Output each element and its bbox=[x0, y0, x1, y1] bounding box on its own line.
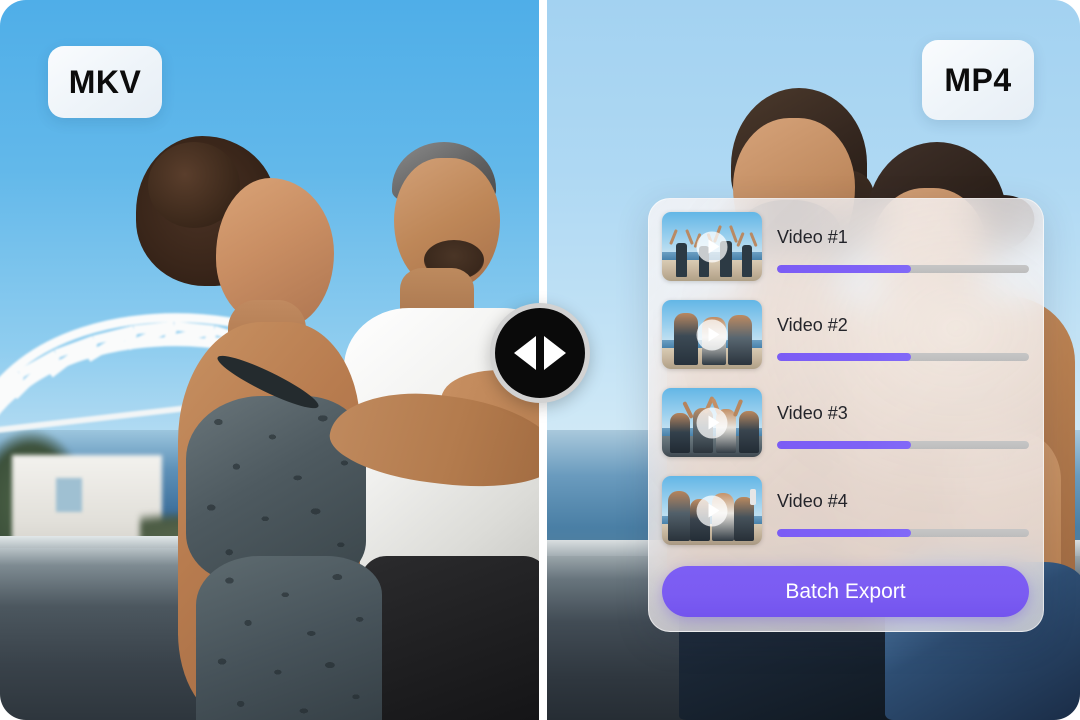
thumbnail-phone bbox=[750, 489, 756, 505]
format-badge-mp4: MP4 bbox=[922, 40, 1034, 120]
video-meta: Video #2 bbox=[762, 300, 1029, 361]
batch-export-panel-body: Video #1 Video #2 Video #3 Video #4 Batc… bbox=[649, 199, 1043, 631]
comparison-slider-handle[interactable] bbox=[490, 303, 590, 403]
progress-track bbox=[777, 265, 1029, 273]
arrow-right-icon bbox=[544, 336, 566, 370]
format-badge-mkv-label: MKV bbox=[68, 63, 142, 100]
video-meta: Video #3 bbox=[762, 388, 1029, 449]
play-icon[interactable] bbox=[696, 231, 728, 262]
progress-track bbox=[777, 529, 1029, 537]
play-icon[interactable] bbox=[696, 407, 728, 438]
video-list-item[interactable]: Video #3 bbox=[662, 388, 1029, 457]
video-thumbnail[interactable] bbox=[662, 476, 762, 545]
progress-fill bbox=[777, 353, 911, 361]
left-building-window bbox=[56, 478, 82, 512]
thumbnail-figure bbox=[676, 243, 687, 277]
video-meta: Video #4 bbox=[762, 476, 1029, 537]
left-woman-leggings bbox=[196, 556, 382, 720]
arrow-left-icon bbox=[514, 336, 536, 370]
video-thumbnail[interactable] bbox=[662, 212, 762, 281]
batch-export-panel: Video #1 Video #2 Video #3 Video #4 Batc… bbox=[648, 198, 1044, 632]
thumbnail-figure bbox=[670, 413, 690, 453]
format-badge-mkv: MKV bbox=[48, 46, 162, 118]
left-man-shorts bbox=[360, 556, 539, 720]
play-icon[interactable] bbox=[696, 495, 728, 526]
progress-fill bbox=[777, 265, 911, 273]
thumbnail-figure bbox=[728, 315, 752, 365]
comparison-frame: MKV MP4 Video #1 Video #2 Video #3 Video… bbox=[0, 0, 1080, 720]
progress-track bbox=[777, 441, 1029, 449]
progress-fill bbox=[777, 441, 911, 449]
video-thumbnail[interactable] bbox=[662, 388, 762, 457]
progress-track bbox=[777, 353, 1029, 361]
video-label: Video #2 bbox=[777, 315, 848, 335]
video-list-item[interactable]: Video #4 bbox=[662, 476, 1029, 545]
video-label: Video #4 bbox=[777, 491, 848, 511]
comparison-slider-widget: MKV MP4 Video #1 Video #2 Video #3 Video… bbox=[0, 0, 1080, 720]
batch-export-button[interactable]: Batch Export bbox=[662, 566, 1029, 617]
video-thumbnail[interactable] bbox=[662, 300, 762, 369]
thumbnail-figure bbox=[668, 491, 690, 541]
progress-fill bbox=[777, 529, 911, 537]
thumbnail-figure bbox=[742, 245, 752, 277]
play-icon[interactable] bbox=[696, 319, 728, 350]
video-list-item[interactable]: Video #1 bbox=[662, 212, 1029, 281]
video-list-item[interactable]: Video #2 bbox=[662, 300, 1029, 369]
thumbnail-figure bbox=[674, 313, 698, 365]
format-badge-mp4-label: MP4 bbox=[944, 61, 1012, 98]
video-label: Video #3 bbox=[777, 403, 848, 423]
thumbnail-figure bbox=[739, 411, 759, 453]
video-meta: Video #1 bbox=[762, 212, 1029, 273]
video-label: Video #1 bbox=[777, 227, 848, 247]
leopard-pattern bbox=[196, 556, 382, 720]
